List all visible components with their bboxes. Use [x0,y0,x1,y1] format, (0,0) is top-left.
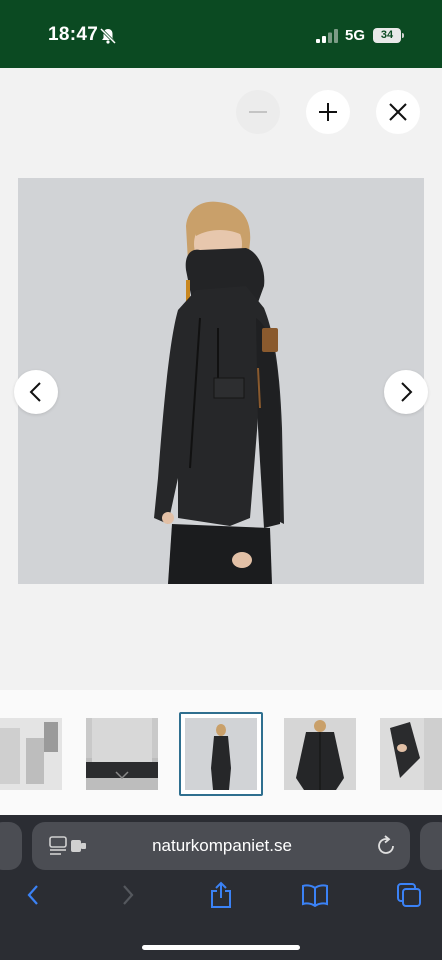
chevron-right-icon [401,382,413,402]
thumbnail-2[interactable] [86,718,158,790]
page-menu-icon[interactable] [49,835,91,857]
battery-tip [402,33,404,38]
status-time: 18:47 [48,24,99,45]
home-indicator [142,945,300,950]
next-tab-pill[interactable] [420,822,442,870]
status-bar: 18:47 5G 34 [0,0,442,68]
plus-icon [319,103,337,121]
minus-icon [249,111,267,113]
chevron-left-icon [29,382,41,402]
bookmarks-button[interactable] [300,880,330,910]
thumbnail-strip [0,690,442,815]
thumbnail-1[interactable] [0,718,62,790]
bookmarks-icon [302,884,328,907]
back-icon [27,885,38,905]
forward-button[interactable] [113,880,143,910]
previous-tab-pill[interactable] [0,822,22,870]
url-text[interactable]: naturkompaniet.se [112,836,332,856]
jacket-model-photo [18,178,424,584]
jacket-sleeve-thumbnail [380,718,442,790]
share-icon [211,881,231,908]
next-image-button[interactable] [384,370,428,414]
forward-icon [123,885,134,905]
tabs-icon [397,883,421,907]
share-button[interactable] [206,880,236,910]
zoom-in-button[interactable] [306,90,350,134]
previous-image-button[interactable] [14,370,58,414]
jacket-hem-thumbnail [86,718,158,790]
thumbnail-4[interactable] [284,718,356,790]
tabs-button[interactable] [394,880,424,910]
reload-icon[interactable] [374,834,398,858]
thumbnail-3-selected[interactable] [179,712,263,796]
back-button[interactable] [18,880,48,910]
zoom-out-button[interactable] [236,90,280,134]
jacket-detail-thumbnail [0,718,62,790]
signal-icon [316,29,338,43]
bell-muted-icon [99,27,117,45]
close-button[interactable] [376,90,420,134]
product-image[interactable] [18,178,424,584]
network-type: 5G [345,27,366,44]
battery-icon: 34 [373,28,401,43]
thumbnail-5[interactable] [380,718,442,790]
close-icon [389,103,407,121]
jacket-model-thumbnail [185,718,257,790]
jacket-front-thumbnail [284,718,356,790]
